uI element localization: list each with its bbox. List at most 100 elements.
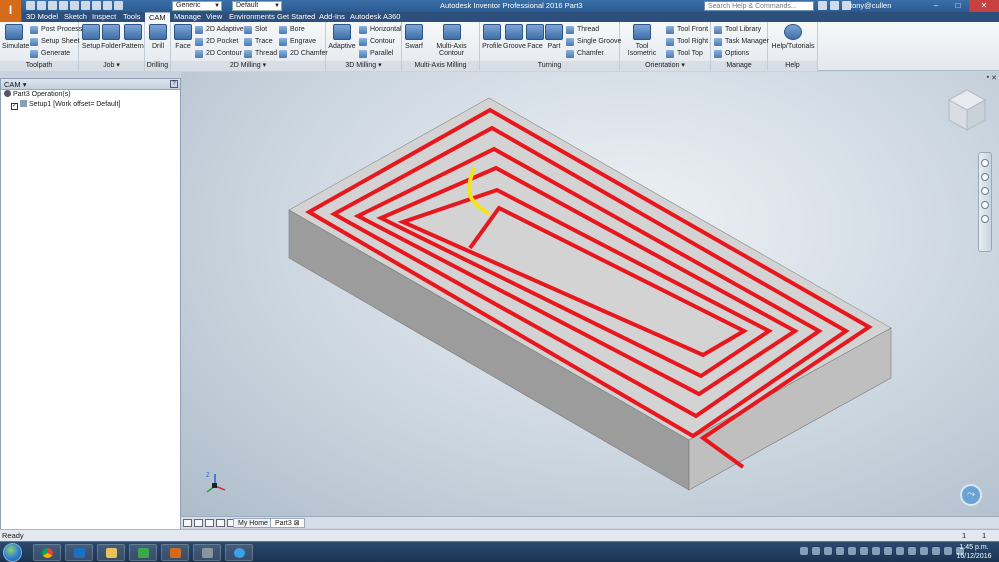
cam-browser-title[interactable]: CAM ▾	[4, 80, 27, 89]
view-cube-icon[interactable]	[947, 89, 987, 131]
tab-cam[interactable]: CAM	[145, 12, 170, 22]
new-icon[interactable]	[26, 1, 35, 10]
tray-icon-5[interactable]	[848, 547, 856, 555]
tab-environments[interactable]: Environments	[225, 12, 279, 22]
tool-top-button[interactable]: Tool Top	[666, 49, 703, 59]
tab-view[interactable]: View	[202, 12, 226, 22]
tree-setup1[interactable]: ✓ Setup1 [Work offset= Default]	[1, 100, 180, 110]
2d-milling-panel-label[interactable]: 2D Milling ▾	[171, 61, 325, 71]
zoom-icon[interactable]	[981, 187, 989, 195]
generate-button[interactable]: Generate	[30, 49, 70, 59]
tray-icon-3[interactable]	[824, 547, 832, 555]
setup-sheet-button[interactable]: Setup Sheet	[30, 37, 80, 47]
engrave-button[interactable]: Engrave	[279, 37, 316, 47]
chamfer-button[interactable]: Chamfer	[566, 49, 604, 59]
turning-thread-button[interactable]: Thread	[566, 25, 599, 35]
tray-icon-13[interactable]	[944, 547, 952, 555]
tab-sketch[interactable]: Sketch	[60, 12, 91, 22]
steering-wheel-icon[interactable]	[981, 159, 989, 167]
help-tutorials-button[interactable]: Help/Tutorials	[770, 24, 816, 50]
inventor-logo[interactable]: I	[0, 0, 22, 22]
folder-button[interactable]: Folder	[101, 24, 121, 50]
flag-icon[interactable]	[896, 547, 904, 555]
arrange-icon[interactable]	[216, 519, 225, 527]
redo-icon[interactable]	[70, 1, 79, 10]
2d-chamfer-button[interactable]: 2D Chamfer	[279, 49, 328, 59]
material-icon[interactable]	[114, 1, 123, 10]
viewport-minimize-icon[interactable]: ▪	[987, 74, 989, 82]
minimize-button[interactable]: –	[925, 0, 947, 12]
tab-manage[interactable]: Manage	[170, 12, 205, 22]
look-at-icon[interactable]	[981, 215, 989, 223]
tray-icon-2[interactable]	[812, 547, 820, 555]
2d-contour-button[interactable]: 2D Contour	[195, 49, 242, 59]
help-search-input[interactable]: Search Help & Commands...	[704, 1, 814, 11]
pattern-button[interactable]: Pattern	[121, 24, 144, 50]
simulate-button[interactable]: Simulate	[2, 24, 29, 50]
pan-icon[interactable]	[981, 173, 989, 181]
tab-autodesk-a360[interactable]: Autodesk A360	[346, 12, 404, 22]
profile-button[interactable]: Profile	[482, 24, 502, 50]
select-icon[interactable]	[103, 1, 112, 10]
tray-icon-1[interactable]	[800, 547, 808, 555]
tree-root-operations[interactable]: Part3 Operation(s)	[1, 90, 180, 100]
model-view[interactable]: Z	[181, 72, 999, 516]
taskbar-inventor[interactable]	[161, 544, 189, 561]
face-button[interactable]: Face	[173, 24, 193, 50]
cascade-icon[interactable]	[205, 519, 214, 527]
tray-icon-10[interactable]	[908, 547, 916, 555]
bore-button[interactable]: Bore	[279, 25, 305, 35]
tool-right-button[interactable]: Tool Right	[666, 37, 708, 47]
style-combo[interactable]: Default ▼	[232, 1, 282, 11]
cam-browser-header[interactable]: CAM ▾ ?	[1, 79, 180, 90]
contour-button[interactable]: Contour	[359, 37, 395, 47]
tray-icon-6[interactable]	[860, 547, 868, 555]
tile-horizontal-icon[interactable]	[183, 519, 192, 527]
taskbar-ie[interactable]	[225, 544, 253, 561]
tab-3d-model[interactable]: 3D Model	[22, 12, 62, 22]
tool-front-button[interactable]: Tool Front	[666, 25, 708, 35]
slot-button[interactable]: Slot	[244, 25, 267, 35]
taskbar-chrome[interactable]	[33, 544, 61, 561]
horizontal-button[interactable]: Horizontal	[359, 25, 402, 35]
system-clock[interactable]: 1:45 p.m. 16/12/2016	[954, 543, 994, 561]
2d-pocket-button[interactable]: 2D Pocket	[195, 37, 238, 47]
3d-milling-panel-label[interactable]: 3D Milling ▾	[326, 61, 401, 71]
parallel-button[interactable]: Parallel	[359, 49, 393, 59]
close-button[interactable]: ✕	[969, 0, 999, 12]
taskbar-tool[interactable]	[193, 544, 221, 561]
binoculars-icon[interactable]	[818, 1, 827, 10]
multi-axis-contour-button[interactable]: Multi-Axis Contour	[424, 24, 479, 57]
save-icon[interactable]	[48, 1, 57, 10]
tool-isometric-button[interactable]: Tool Isometric	[622, 24, 662, 57]
communication-center-icon[interactable]	[830, 1, 839, 10]
trace-button[interactable]: Trace	[244, 37, 273, 47]
swarf-button[interactable]: Swarf	[404, 24, 424, 50]
appearance-combo[interactable]: Generic ▼	[172, 1, 222, 11]
tab-part3[interactable]: Part3 ⊠	[270, 518, 305, 528]
tab-my-home[interactable]: My Home	[233, 518, 273, 528]
graphics-viewport[interactable]: Z ▪ ✕ ⤳	[181, 72, 999, 516]
share-view-button[interactable]: ⤳	[960, 484, 982, 506]
user-name[interactable]: tony@cullen	[850, 1, 891, 10]
orbit-icon[interactable]	[981, 201, 989, 209]
home-icon[interactable]	[81, 1, 90, 10]
tray-icon-12[interactable]	[932, 547, 940, 555]
volume-icon[interactable]	[884, 547, 892, 555]
2d-adaptive-button[interactable]: 2D Adaptive	[195, 25, 244, 35]
setup-button[interactable]: Setup	[81, 24, 101, 50]
tool-library-button[interactable]: Tool Library	[714, 25, 761, 35]
visibility-checkbox[interactable]: ✓	[11, 103, 18, 110]
maximize-button[interactable]: □	[947, 0, 969, 12]
drill-button[interactable]: Drill	[147, 24, 169, 50]
orientation-panel-label[interactable]: Orientation ▾	[620, 61, 710, 71]
options-button[interactable]: Options	[714, 49, 749, 59]
job-panel-label[interactable]: Job ▾	[79, 61, 144, 71]
undo-icon[interactable]	[59, 1, 68, 10]
print-icon[interactable]	[92, 1, 101, 10]
turning-face-button[interactable]: Face	[526, 24, 544, 50]
open-icon[interactable]	[37, 1, 46, 10]
tray-icon-4[interactable]	[836, 547, 844, 555]
taskbar-explorer[interactable]	[97, 544, 125, 561]
viewport-close-icon[interactable]: ✕	[991, 74, 997, 82]
